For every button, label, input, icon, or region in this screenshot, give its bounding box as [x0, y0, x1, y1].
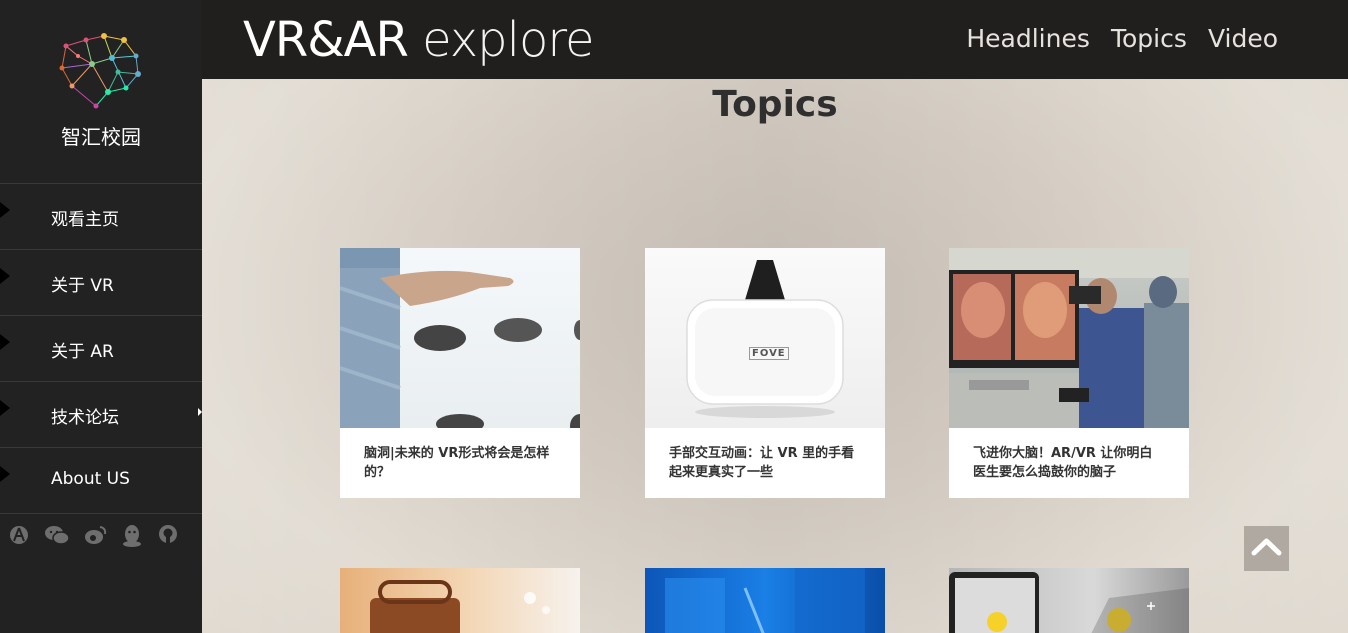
topic-card[interactable] [340, 568, 580, 633]
brain-logo-icon [59, 33, 141, 109]
brand-main: VR&AR [243, 12, 409, 68]
github-icon[interactable] [158, 524, 178, 548]
nav-headlines[interactable]: Headlines [966, 24, 1090, 53]
fove-logo-text: FOVE [749, 347, 789, 360]
topic-card[interactable]: 飞进你大脑！AR/VR 让你明白医生要怎么捣鼓你的脑子 [949, 248, 1189, 498]
card-thumbnail [340, 568, 580, 633]
chevron-up-icon [1251, 538, 1282, 556]
top-nav: Headlines Topics Video [950, 24, 1278, 53]
topic-card[interactable] [949, 568, 1189, 633]
main-content: Topics 脑洞|未来的 VR形式将会是怎样的？ FOVE 手部交互动画：让 … [202, 79, 1348, 633]
sidebar-item-about-ar[interactable]: 关于 AR [0, 316, 202, 382]
nav-video[interactable]: Video [1208, 24, 1278, 53]
brand-sub: explore [407, 12, 594, 68]
sidebar-item-about-vr[interactable]: 关于 VR [0, 250, 202, 316]
sidebar: 智汇校园 观看主页 关于 VR 关于 AR 技术论坛 About US [0, 0, 202, 633]
card-thumbnail [340, 248, 580, 428]
card-caption: 手部交互动画：让 VR 里的手看起来更真实了一些 [669, 446, 855, 480]
triangle-marker-icon [0, 202, 10, 218]
sidebar-item-label: 关于 AR [51, 342, 114, 362]
sidebar-item-forum[interactable]: 技术论坛 [0, 382, 202, 448]
card-thumbnail: FOVE [645, 248, 885, 428]
topic-card[interactable]: 脑洞|未来的 VR形式将会是怎样的？ [340, 248, 580, 498]
nav-topics[interactable]: Topics [1111, 24, 1187, 53]
apple-icon[interactable] [9, 524, 29, 550]
card-thumbnail [949, 568, 1189, 633]
site-brand[interactable]: VR&AR explore [243, 12, 595, 68]
card-caption: 飞进你大脑！AR/VR 让你明白医生要怎么捣鼓你的脑子 [973, 446, 1153, 480]
logo-block[interactable]: 智汇校园 [0, 0, 202, 184]
triangle-marker-icon [0, 400, 10, 416]
card-caption: 脑洞|未来的 VR形式将会是怎样的？ [364, 446, 550, 480]
sidebar-item-label: 观看主页 [51, 210, 119, 230]
sidebar-item-label: 关于 VR [51, 276, 114, 296]
logo-text: 智汇校园 [61, 125, 141, 149]
back-to-top-button[interactable] [1244, 526, 1289, 571]
triangle-marker-icon [0, 334, 10, 350]
qq-icon[interactable] [121, 524, 143, 552]
card-thumbnail [949, 248, 1189, 428]
sidebar-item-home[interactable]: 观看主页 [0, 184, 202, 250]
topic-card[interactable] [645, 568, 885, 633]
page-title: Topics [712, 84, 838, 125]
wechat-icon[interactable] [44, 524, 70, 550]
sidebar-item-label: 技术论坛 [51, 408, 119, 428]
card-thumbnail [645, 568, 885, 633]
social-icons [0, 524, 202, 554]
weibo-icon[interactable] [84, 524, 108, 550]
triangle-marker-icon [0, 268, 10, 284]
topic-card[interactable]: FOVE 手部交互动画：让 VR 里的手看起来更真实了一些 [645, 248, 885, 498]
top-header: VR&AR explore Headlines Topics Video [202, 0, 1348, 79]
triangle-marker-icon [0, 466, 10, 482]
sidebar-item-label: About US [51, 469, 130, 489]
sidebar-item-about-us[interactable]: About US [0, 448, 202, 514]
